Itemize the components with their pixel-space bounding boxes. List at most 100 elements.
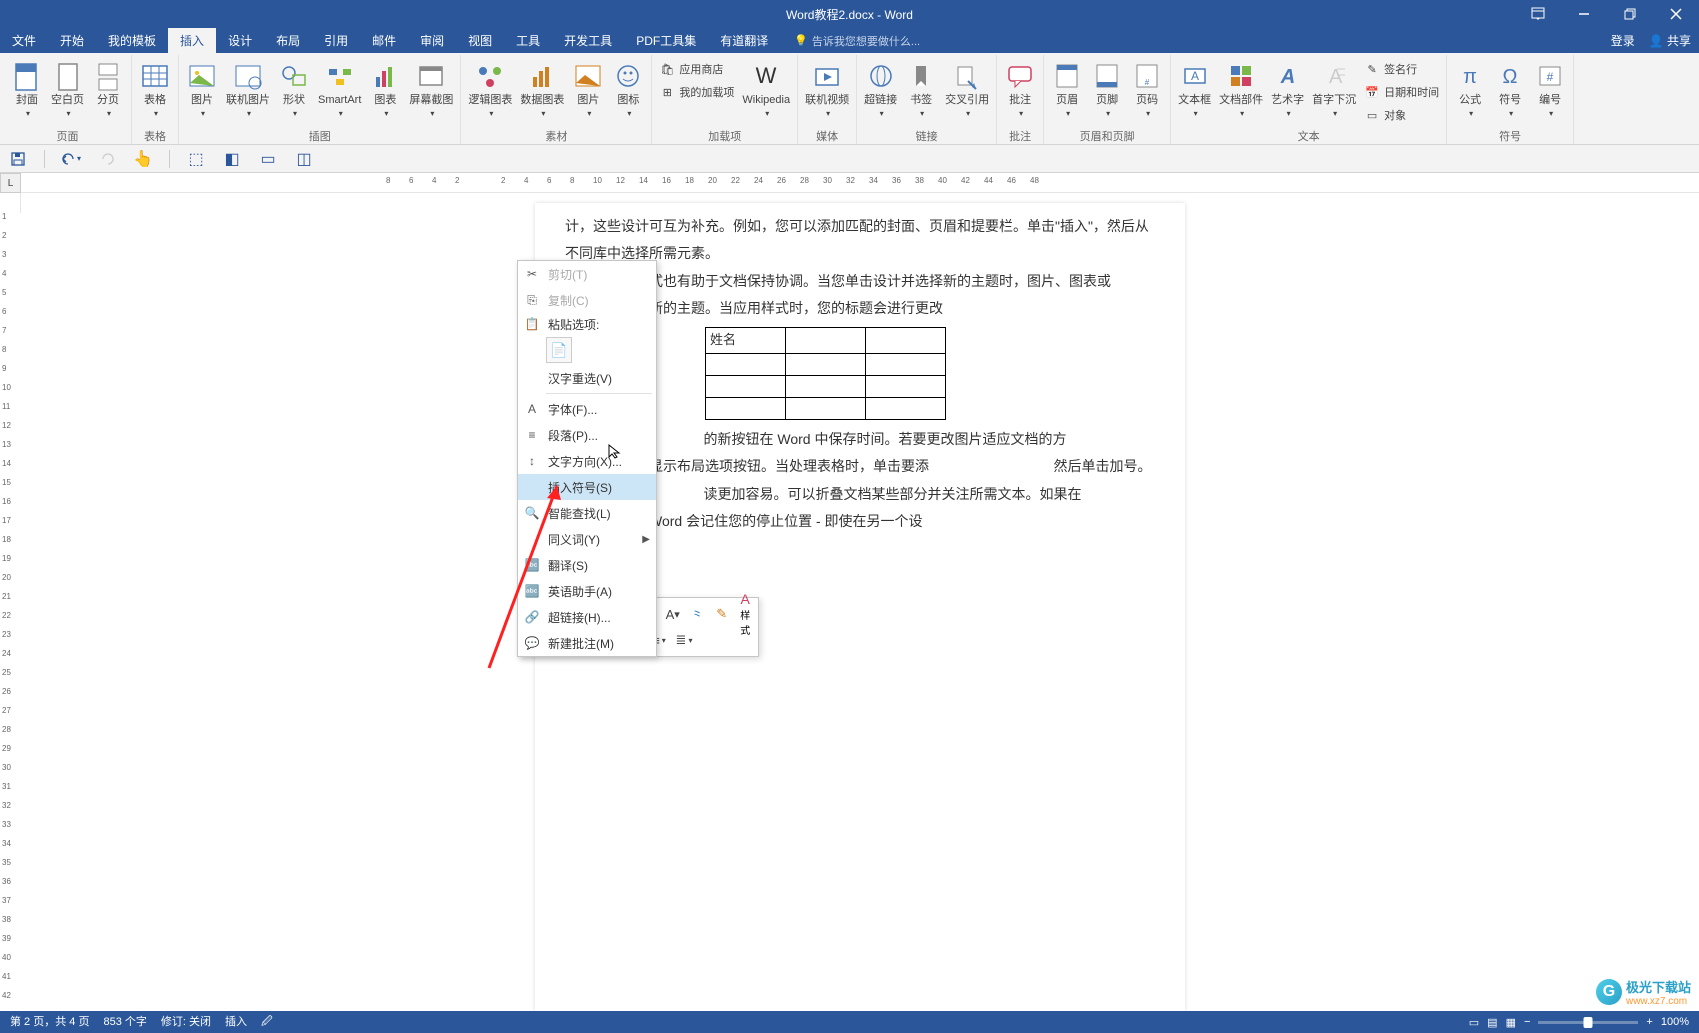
paste-keep-source-icon[interactable]: 📄 (546, 337, 572, 363)
ribbon-button-number[interactable]: #编号▾ (1530, 58, 1570, 126)
ribbon-button-break[interactable]: 分页▾ (88, 58, 128, 126)
tab-mailings[interactable]: 邮件 (360, 28, 408, 53)
tab-file[interactable]: 文件 (0, 28, 48, 53)
ribbon-button-smartart[interactable]: SmartArt▾ (314, 58, 365, 126)
table-cell[interactable]: 姓名 (706, 328, 786, 354)
tab-tools[interactable]: 工具 (504, 28, 552, 53)
table-cell[interactable] (786, 328, 866, 354)
ribbon-button-data-chart[interactable]: 数据图表▾ (516, 58, 568, 126)
ribbon-button-dropcap[interactable]: A首字下沉▾ (1308, 58, 1360, 126)
ribbon-button-crossref[interactable]: 交叉引用▾ (941, 58, 993, 126)
ribbon-button-symbol[interactable]: Ω符号▾ (1490, 58, 1530, 126)
ribbon-small-button[interactable]: ✎签名行 (1360, 58, 1443, 80)
qat-icon-1[interactable]: ⬚ (186, 149, 206, 169)
share-button[interactable]: 👤 共享 (1649, 32, 1691, 49)
context-menu-item[interactable]: 汉字重选(V) (518, 365, 656, 391)
restore-icon[interactable] (1607, 0, 1653, 28)
ribbon-small-button[interactable]: ▭对象 (1360, 104, 1443, 126)
qat-icon-3[interactable]: ▭ (258, 149, 278, 169)
table-cell[interactable] (866, 328, 946, 354)
status-bar: 第 2 页，共 4 页 853 个字 修订: 关闭 插入 🖉 ▭ ▤ ▦ − +… (0, 1011, 1699, 1033)
tab-design[interactable]: 设计 (216, 28, 264, 53)
status-mode[interactable]: 插入 (225, 1013, 247, 1032)
context-menu-item[interactable]: 🔍智能查找(L) (518, 500, 656, 526)
tab-home[interactable]: 开始 (48, 28, 96, 53)
status-words[interactable]: 853 个字 (103, 1013, 146, 1032)
styles-icon[interactable]: A (735, 591, 755, 607)
document-area[interactable]: 计，这些设计可互为补充。例如，您可以添加匹配的封面、页眉和提要栏。单击"插入"，… (21, 193, 1699, 1011)
status-track[interactable]: 修订: 关闭 (161, 1013, 211, 1032)
qat-icon-4[interactable]: ◫ (294, 149, 314, 169)
zoom-level[interactable]: 100% (1661, 1016, 1689, 1028)
context-menu-item[interactable]: ≡段落(P)... (518, 422, 656, 448)
context-menu-item[interactable]: A字体(F)... (518, 396, 656, 422)
ribbon-button-link[interactable]: 超链接▾ (860, 58, 901, 126)
ribbon-button-blank[interactable]: 空白页▾ (47, 58, 88, 126)
redo-icon[interactable] (97, 149, 117, 169)
tab-pdf[interactable]: PDF工具集 (624, 28, 708, 53)
tab-templates[interactable]: 我的模板 (96, 28, 168, 53)
ribbon-button-icons[interactable]: 图标▾ (608, 58, 648, 126)
phonetic-icon[interactable]: ⺀ (686, 603, 708, 625)
ribbon-button-pic2[interactable]: 图片▾ (568, 58, 608, 126)
tab-translate[interactable]: 有道翻译 (708, 28, 780, 53)
zoom-in-icon[interactable]: + (1646, 1016, 1652, 1028)
tab-review[interactable]: 审阅 (408, 28, 456, 53)
ribbon-button-parts[interactable]: 文档部件▾ (1215, 58, 1267, 126)
ribbon-button-online-pic[interactable]: 联机图片▾ (222, 58, 274, 126)
ribbon-button-picture[interactable]: 图片▾ (182, 58, 222, 126)
status-lang-icon[interactable]: 🖉 (261, 1013, 273, 1032)
format-painter-icon[interactable]: ✎ (711, 603, 733, 625)
ribbon-button-comment[interactable]: 批注▾ (1000, 58, 1040, 126)
view-read-icon[interactable]: ▭ (1469, 1016, 1479, 1029)
ribbon-button-bookmark[interactable]: 书签▾ (901, 58, 941, 126)
view-web-icon[interactable]: ▦ (1506, 1016, 1516, 1029)
close-icon[interactable] (1653, 0, 1699, 28)
context-menu-item[interactable]: 🔤翻译(S) (518, 552, 656, 578)
tab-layout[interactable]: 布局 (264, 28, 312, 53)
ruler-corner[interactable]: L (0, 173, 21, 193)
ribbon-button-cover[interactable]: 封面▾ (7, 58, 47, 126)
context-menu-item[interactable]: 同义词(Y)▶ (518, 526, 656, 552)
tell-me-input[interactable]: 💡 告诉我您想要做什么... (794, 28, 920, 53)
qat-icon-2[interactable]: ◧ (222, 149, 242, 169)
status-page[interactable]: 第 2 页，共 4 页 (10, 1013, 89, 1032)
numbering-icon[interactable]: ≣▾ (673, 629, 695, 651)
ribbon-button-chart[interactable]: 图表▾ (365, 58, 405, 126)
minimize-icon[interactable] (1561, 0, 1607, 28)
ribbon-button-table[interactable]: 表格▾ (135, 58, 175, 126)
ribbon-button-shapes[interactable]: 形状▾ (274, 58, 314, 126)
tab-view[interactable]: 视图 (456, 28, 504, 53)
ribbon-button-footer[interactable]: 页脚▾ (1087, 58, 1127, 126)
context-menu-item[interactable]: 插入符号(S) (518, 474, 656, 500)
ribbon-button-pagenum[interactable]: #页码▾ (1127, 58, 1167, 126)
tab-insert[interactable]: 插入 (168, 28, 216, 53)
ribbon-button-video[interactable]: 联机视频▾ (801, 58, 853, 126)
ribbon-button-header[interactable]: 页眉▾ (1047, 58, 1087, 126)
undo-icon[interactable]: ▾ (61, 149, 81, 169)
zoom-slider[interactable] (1538, 1021, 1638, 1024)
ribbon-button-screenshot[interactable]: 屏幕截图▾ (405, 58, 457, 126)
save-icon[interactable] (8, 149, 28, 169)
context-menu-item[interactable]: 💬新建批注(M) (518, 630, 656, 656)
tab-devtools[interactable]: 开发工具 (552, 28, 624, 53)
ribbon-button-equation[interactable]: π公式▾ (1450, 58, 1490, 126)
ribbon-small-button[interactable]: 📅日期和时间 (1360, 81, 1443, 103)
ribbon-button-logic[interactable]: 逻辑图表▾ (464, 58, 516, 126)
ribbon-button-textbox[interactable]: A文本框▾ (1174, 58, 1215, 126)
ribbon-small-button[interactable]: 🛍应用商店 (655, 58, 738, 80)
ribbon-options-icon[interactable] (1515, 0, 1561, 28)
shrink-font-icon[interactable]: A▾ (662, 603, 684, 625)
doc-table[interactable]: 姓名 (705, 327, 946, 420)
tab-references[interactable]: 引用 (312, 28, 360, 53)
context-menu-item[interactable]: 🔗超链接(H)... (518, 604, 656, 630)
ribbon-button-wordart[interactable]: A艺术字▾ (1267, 58, 1308, 126)
context-menu-item[interactable]: 🔤英语助手(A) (518, 578, 656, 604)
ribbon-button-wiki[interactable]: WWikipedia▾ (738, 58, 794, 126)
touch-mode-icon[interactable]: 👆 (133, 149, 153, 169)
zoom-out-icon[interactable]: − (1524, 1016, 1530, 1028)
view-print-icon[interactable]: ▤ (1487, 1016, 1497, 1029)
ribbon-small-button[interactable]: ⊞我的加载项 (655, 81, 738, 103)
context-menu-item[interactable]: ↕文字方向(X)... (518, 448, 656, 474)
login-button[interactable]: 登录 (1611, 32, 1635, 49)
